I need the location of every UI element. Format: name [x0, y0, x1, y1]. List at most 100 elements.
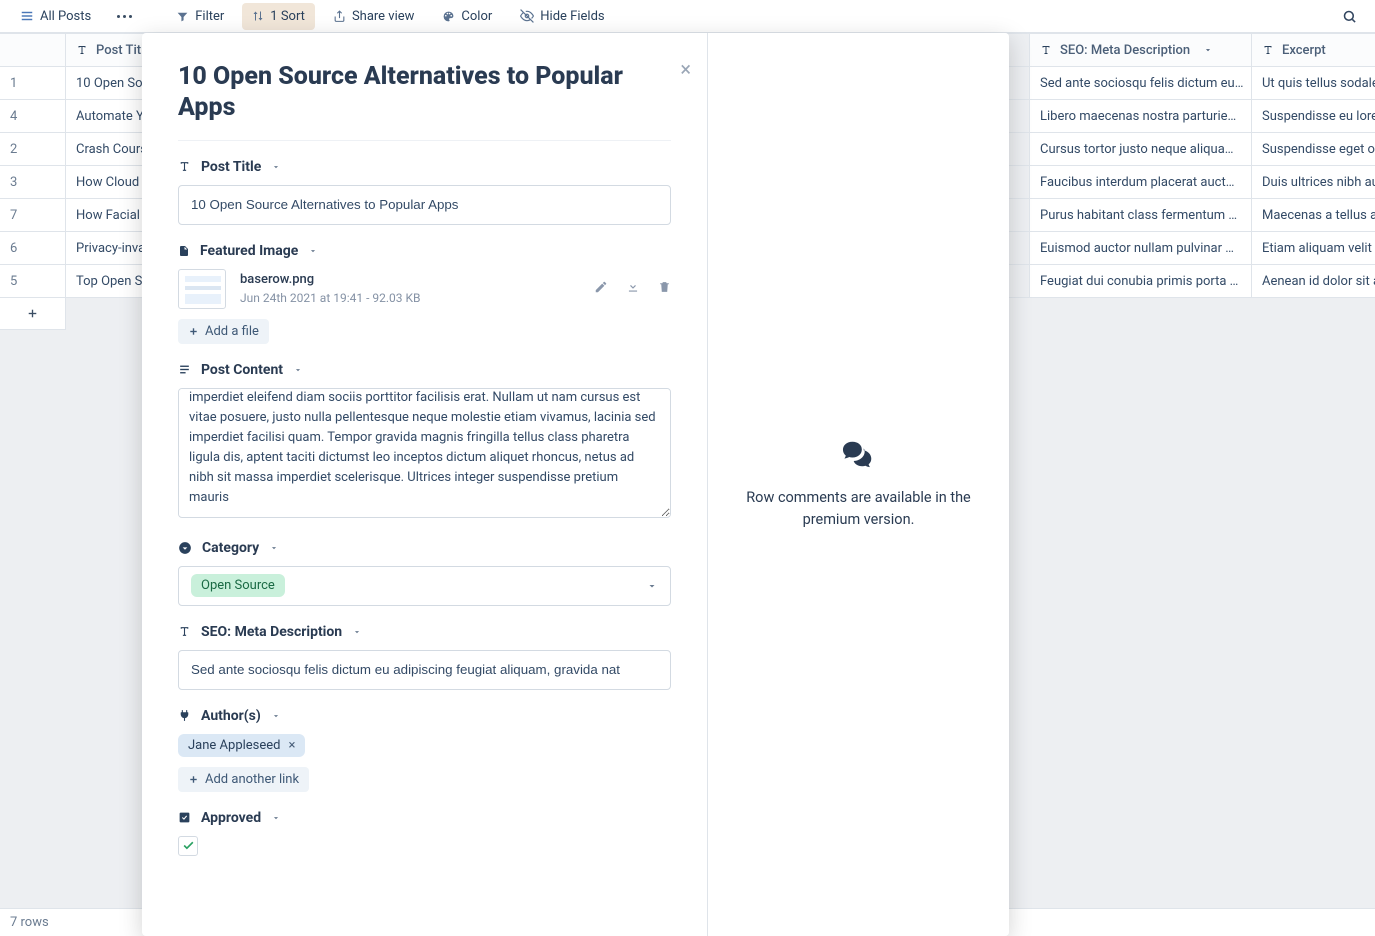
row-count: 7 rows — [10, 915, 49, 930]
rownum: 1 — [0, 67, 66, 99]
chevron-down-icon — [646, 580, 658, 592]
attachment-thumb[interactable] — [178, 269, 226, 309]
attachment-row: baserow.png Jun 24th 2021 at 19:41 - 92.… — [178, 269, 671, 309]
chevron-circle-icon — [178, 541, 192, 555]
filter-label: Filter — [195, 9, 224, 24]
chevron-down-icon — [269, 543, 279, 553]
chevron-down-icon — [271, 162, 281, 172]
field-label-category[interactable]: Category — [178, 540, 671, 556]
cell-excerpt[interactable]: Suspendisse eu lorem — [1252, 100, 1375, 132]
approved-checkbox[interactable] — [178, 836, 198, 856]
toolbar: All Posts Filter 1 Sort Share view — [0, 0, 1375, 33]
palette-icon — [442, 10, 455, 23]
cell-seo[interactable]: Cursus tortor justo neque aliqua… — [1030, 133, 1252, 165]
category-chip: Open Source — [191, 574, 285, 597]
search-icon — [1342, 9, 1357, 24]
chevron-down-icon — [308, 246, 318, 256]
rownum: 7 — [0, 199, 66, 231]
cell-excerpt[interactable]: Etiam aliquam velit e — [1252, 232, 1375, 264]
rownum: 4 — [0, 100, 66, 132]
attachment-name: baserow.png — [240, 272, 421, 287]
cell-seo[interactable]: Feugiat dui conubia primis porta … — [1030, 265, 1252, 297]
cell-seo[interactable]: Purus habitant class fermentum … — [1030, 199, 1252, 231]
file-icon — [178, 244, 190, 258]
field-label-post-content[interactable]: Post Content — [178, 362, 671, 378]
cell-seo[interactable]: Euismod auctor nullam pulvinar … — [1030, 232, 1252, 264]
cell-excerpt[interactable]: Duis ultrices nibh au — [1252, 166, 1375, 198]
cell-excerpt[interactable]: Suspendisse eget orci — [1252, 133, 1375, 165]
text-icon — [178, 160, 191, 173]
add-row-button[interactable] — [0, 298, 66, 330]
col-seo-label: SEO: Meta Description — [1060, 43, 1190, 58]
cell-seo[interactable]: Sed ante sociosqu felis dictum eu… — [1030, 67, 1252, 99]
hamburger-icon — [20, 9, 34, 23]
row-editor-modal: × 10 Open Source Alternatives to Popular… — [142, 33, 1009, 936]
col-header-seo[interactable]: SEO: Meta Description — [1030, 34, 1252, 66]
share-label: Share view — [352, 9, 414, 24]
share-button[interactable]: Share view — [323, 3, 424, 30]
field-label-seo[interactable]: SEO: Meta Description — [178, 624, 671, 640]
comments-text: Row comments are available in the premiu… — [744, 487, 974, 531]
cell-seo[interactable]: Libero maecenas nostra parturie… — [1030, 100, 1252, 132]
cell-excerpt[interactable]: Maecenas a tellus ac — [1252, 199, 1375, 231]
search-button[interactable] — [1334, 3, 1365, 30]
filter-icon — [176, 10, 189, 23]
col-excerpt-label: Excerpt — [1282, 43, 1326, 58]
comments-panel: Row comments are available in the premiu… — [707, 33, 1009, 936]
trash-icon[interactable] — [658, 280, 671, 298]
plug-icon — [178, 709, 191, 722]
add-link-button[interactable]: Add another link — [178, 767, 309, 792]
cell-excerpt[interactable]: Aenean id dolor sit a — [1252, 265, 1375, 297]
text-icon — [178, 625, 191, 638]
modal-title: 10 Open Source Alternatives to Popular A… — [178, 61, 651, 124]
download-icon[interactable] — [626, 280, 640, 298]
rownum: 3 — [0, 166, 66, 198]
chevron-down-icon — [271, 711, 281, 721]
text-icon — [1262, 44, 1274, 56]
color-label: Color — [461, 9, 492, 24]
col-header-excerpt[interactable]: Excerpt — [1252, 34, 1375, 66]
paragraph-icon — [178, 363, 191, 376]
sort-icon — [252, 10, 264, 22]
eye-off-icon — [520, 9, 534, 23]
view-switcher[interactable]: All Posts — [10, 3, 101, 30]
category-select[interactable]: Open Source — [178, 566, 671, 606]
field-label-approved[interactable]: Approved — [178, 810, 671, 826]
field-label-authors[interactable]: Author(s) — [178, 708, 671, 724]
share-icon — [333, 10, 346, 23]
modal-scroll[interactable]: × 10 Open Source Alternatives to Popular… — [142, 33, 707, 936]
field-label-featured-image[interactable]: Featured Image — [178, 243, 671, 259]
chevron-down-icon[interactable] — [1203, 45, 1213, 55]
text-icon — [76, 44, 88, 56]
chevron-down-icon — [293, 365, 303, 375]
view-kebab[interactable] — [109, 9, 140, 24]
author-chip[interactable]: Jane Appleseed × — [178, 734, 305, 757]
post-title-input[interactable] — [178, 185, 671, 225]
cell-excerpt[interactable]: Ut quis tellus sodales — [1252, 67, 1375, 99]
attachment-meta: Jun 24th 2021 at 19:41 - 92.03 KB — [240, 291, 421, 305]
filter-button[interactable]: Filter — [166, 3, 234, 30]
cell-seo[interactable]: Faucibus interdum placerat auct… — [1030, 166, 1252, 198]
chevron-down-icon — [352, 627, 362, 637]
color-button[interactable]: Color — [432, 3, 502, 30]
view-name: All Posts — [40, 9, 91, 24]
sort-button[interactable]: 1 Sort — [242, 3, 315, 30]
field-label-post-title[interactable]: Post Title — [178, 159, 671, 175]
add-file-button[interactable]: Add a file — [178, 319, 269, 344]
text-icon — [1040, 44, 1052, 56]
close-icon[interactable]: × — [680, 57, 691, 81]
remove-chip-icon[interactable]: × — [289, 738, 296, 753]
edit-icon[interactable] — [594, 280, 608, 298]
comments-icon — [842, 439, 876, 469]
post-content-textarea[interactable] — [178, 388, 671, 518]
rownum: 6 — [0, 232, 66, 264]
hide-fields-button[interactable]: Hide Fields — [510, 3, 614, 30]
rownum: 5 — [0, 265, 66, 297]
rownum: 2 — [0, 133, 66, 165]
checkbox-icon — [178, 811, 191, 824]
sort-label: 1 Sort — [270, 9, 305, 24]
rownum-header — [0, 34, 66, 66]
seo-input[interactable] — [178, 650, 671, 690]
hide-label: Hide Fields — [540, 9, 604, 24]
chevron-down-icon — [271, 813, 281, 823]
